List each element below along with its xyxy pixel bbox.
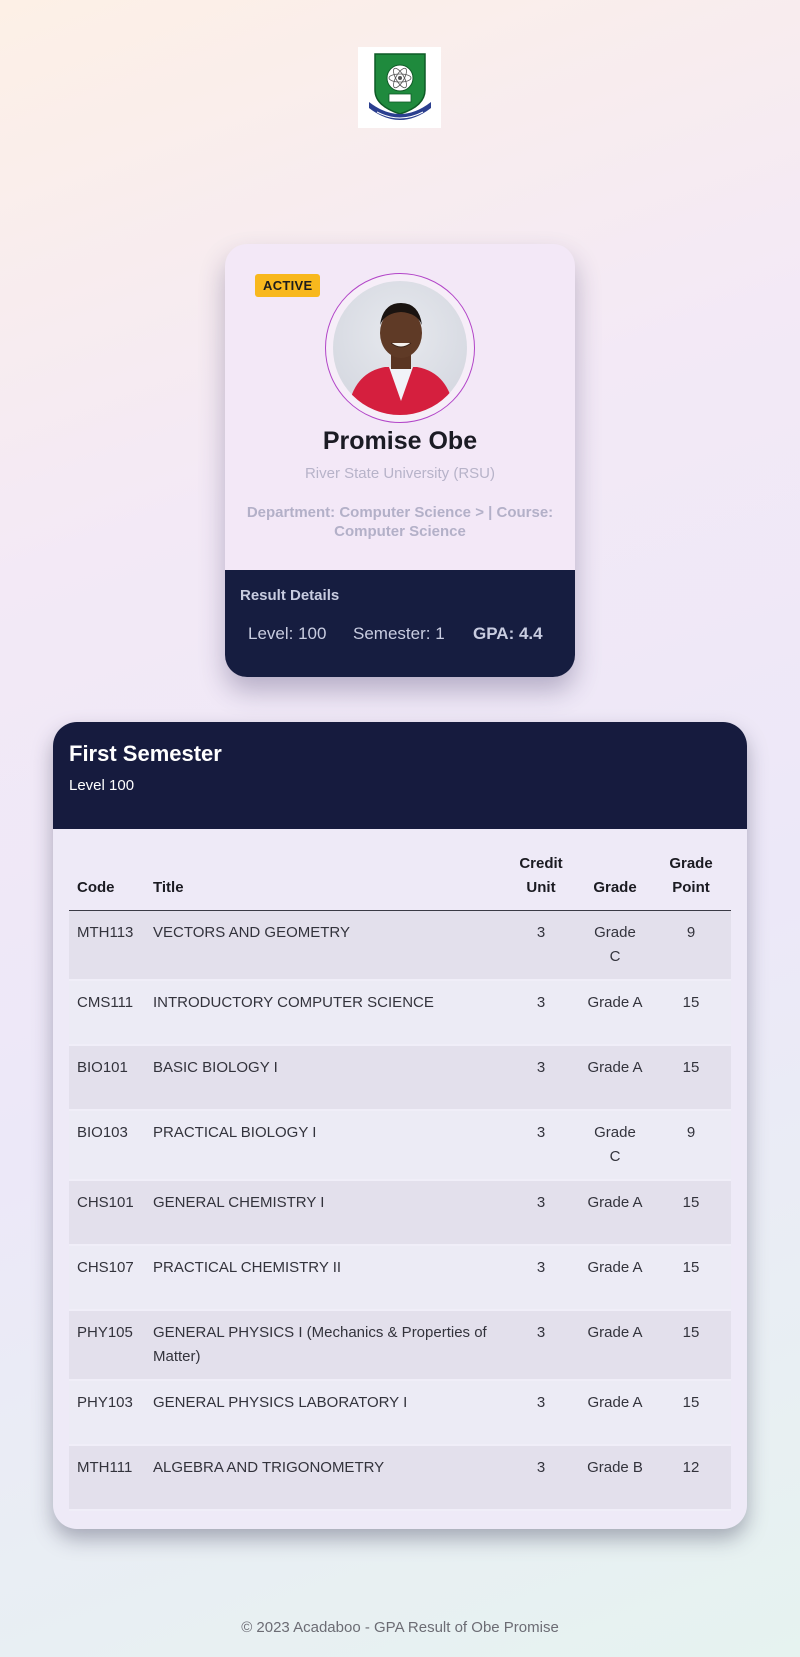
grade-point: 15 xyxy=(651,1310,731,1381)
table-row: CMS111 INTRODUCTORY COMPUTER SCIENCE 3 G… xyxy=(69,980,731,1046)
course-title: GENERAL CHEMISTRY I xyxy=(145,1180,503,1246)
results-table: Code Title Credit Unit Grade Grade Point… xyxy=(69,852,731,1511)
credit-unit: 3 xyxy=(503,910,579,981)
university-name: River State University (RSU) xyxy=(304,465,496,482)
grade-point: 15 xyxy=(651,1380,731,1446)
course-code: CMS111 xyxy=(69,980,145,1046)
department-course: Department: Computer Science > | Course:… xyxy=(246,504,554,540)
grade-point: 15 xyxy=(651,980,731,1046)
table-row: PHY103 GENERAL PHYSICS LABORATORY I 3 Gr… xyxy=(69,1380,731,1446)
credit-unit: 3 xyxy=(503,1110,579,1181)
grade: Grade B xyxy=(579,1445,651,1511)
credit-unit: 3 xyxy=(503,1180,579,1246)
column-header-credit-unit: Credit Unit xyxy=(503,852,579,911)
course-title: ALGEBRA AND TRIGONOMETRY xyxy=(145,1445,503,1511)
course-title: VECTORS AND GEOMETRY xyxy=(145,910,503,981)
result-gpa: GPA: 4.4 xyxy=(473,624,543,643)
table-row: CHS107 PRACTICAL CHEMISTRY II 3 Grade A … xyxy=(69,1245,731,1311)
table-header-row: Code Title Credit Unit Grade Grade Point xyxy=(69,852,731,911)
course-code: CHS107 xyxy=(69,1245,145,1311)
result-details-panel: Result Details Level: 100 Semester: 1 GP… xyxy=(225,570,575,677)
credit-unit: 3 xyxy=(503,1045,579,1111)
course-code: MTH113 xyxy=(69,910,145,981)
grade: Grade C xyxy=(579,910,651,981)
table-row: MTH111 ALGEBRA AND TRIGONOMETRY 3 Grade … xyxy=(69,1445,731,1511)
table-row: BIO103 PRACTICAL BIOLOGY I 3 Grade C 9 xyxy=(69,1110,731,1181)
course-code: BIO101 xyxy=(69,1045,145,1111)
result-semester: Semester: 1 xyxy=(353,624,445,643)
grade-point: 15 xyxy=(651,1180,731,1246)
grade-point: 15 xyxy=(651,1045,731,1111)
university-crest-icon xyxy=(368,52,431,120)
credit-unit: 3 xyxy=(503,1310,579,1381)
semester-level: Level 100 xyxy=(69,777,135,794)
course-code: CHS101 xyxy=(69,1180,145,1246)
course-code: BIO103 xyxy=(69,1110,145,1181)
semester-header: First Semester Level 100 xyxy=(53,722,747,829)
grade: Grade A xyxy=(579,1380,651,1446)
profile-card: ACTIVE Promise Obe River State Universit… xyxy=(225,244,575,677)
table-row: PHY105 GENERAL PHYSICS I (Mechanics & Pr… xyxy=(69,1310,731,1381)
grade-point: 9 xyxy=(651,1110,731,1181)
result-details-title: Result Details xyxy=(240,587,340,604)
course-code: PHY103 xyxy=(69,1380,145,1446)
course-title: PRACTICAL BIOLOGY I xyxy=(145,1110,503,1181)
credit-unit: 3 xyxy=(503,1380,579,1446)
grade: Grade A xyxy=(579,980,651,1046)
result-level: Level: 100 xyxy=(248,624,327,643)
semester-title: First Semester xyxy=(69,741,222,766)
grade: Grade A xyxy=(579,1245,651,1311)
student-name: Promise Obe xyxy=(322,427,478,455)
course-title: PRACTICAL CHEMISTRY II xyxy=(145,1245,503,1311)
column-header-grade-point: Grade Point xyxy=(651,852,731,911)
table-row: BIO101 BASIC BIOLOGY I 3 Grade A 15 xyxy=(69,1045,731,1111)
course-title: GENERAL PHYSICS LABORATORY I xyxy=(145,1380,503,1446)
credit-unit: 3 xyxy=(503,980,579,1046)
column-header-title: Title xyxy=(145,852,503,911)
semester-card: First Semester Level 100 Code Title Cred… xyxy=(53,722,747,1529)
credit-unit: 3 xyxy=(503,1245,579,1311)
grade-point: 12 xyxy=(651,1445,731,1511)
grade: Grade A xyxy=(579,1045,651,1111)
grade: Grade C xyxy=(579,1110,651,1181)
course-code: PHY105 xyxy=(69,1310,145,1381)
footer-text: © 2023 Acadaboo - GPA Result of Obe Prom… xyxy=(241,1619,559,1636)
avatar xyxy=(333,281,467,415)
grade: Grade A xyxy=(579,1310,651,1381)
university-logo xyxy=(358,47,441,128)
course-code: MTH111 xyxy=(69,1445,145,1511)
table-row: CHS101 GENERAL CHEMISTRY I 3 Grade A 15 xyxy=(69,1180,731,1246)
column-header-grade: Grade xyxy=(579,852,651,911)
course-title: INTRODUCTORY COMPUTER SCIENCE xyxy=(145,980,503,1046)
course-title: BASIC BIOLOGY I xyxy=(145,1045,503,1111)
student-photo xyxy=(347,303,455,415)
course-title: GENERAL PHYSICS I (Mechanics & Propertie… xyxy=(145,1310,503,1381)
avatar-ring xyxy=(325,273,475,423)
column-header-code: Code xyxy=(69,852,145,911)
status-badge: ACTIVE xyxy=(255,274,321,297)
credit-unit: 3 xyxy=(503,1445,579,1511)
table-row: MTH113 VECTORS AND GEOMETRY 3 Grade C 9 xyxy=(69,910,731,981)
grade-point: 15 xyxy=(651,1245,731,1311)
grade: Grade A xyxy=(579,1180,651,1246)
grade-point: 9 xyxy=(651,910,731,981)
